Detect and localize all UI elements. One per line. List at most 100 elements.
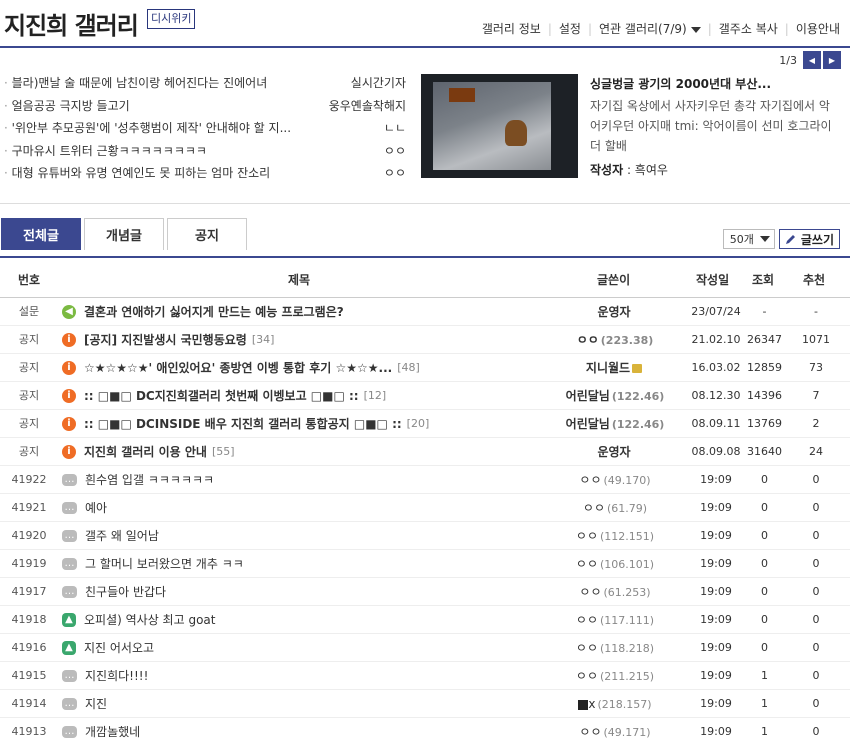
featured-description[interactable]: 자기집 옥상에서 사자키우던 총각 자기집에서 악어키우던 아지매 tmi: 악… [590,96,840,156]
post-title[interactable]: 친구들아 반갑다 [85,578,166,606]
post-title-cell[interactable]: i ☆★☆★☆★' 애인있어요' 종방연 이벵 통합 후기 ☆★☆★... [48] [62,354,562,382]
post-title-cell[interactable]: i:: □■□ DCINSIDE 배우 지진희 갤러리 통합공지 □■□ ::[… [62,410,562,438]
table-row[interactable]: 41918 ▲ 오피셜) 역사상 최고 goat ㅇㅇ (117.111) 19:09 0 0 [0,606,850,634]
post-title[interactable]: 지진 [85,690,107,718]
post-title-cell[interactable]: ▲ 오피셜) 역사상 최고 goat [62,606,562,634]
post-writer[interactable]: ㅇㅇ [576,613,598,627]
hot-post-title[interactable]: '위안부 추모공원'에 '성추행범이 제작' 안내해야 할 지... [4,117,291,140]
post-writer[interactable]: 운영자 [597,305,630,319]
post-writer-cell[interactable]: ㅇㅇ (49.170) [540,466,690,495]
post-title-cell[interactable]: ▲ 지진 어서오고 [62,634,562,662]
comment-count[interactable]: [34] [252,326,275,354]
comment-count[interactable]: [48] [397,354,420,382]
tab-concept-posts[interactable]: 개념글 [84,218,164,250]
hot-post-item[interactable]: 얼음공공 극지방 들고기 웅우옌솔착해지 [4,95,406,118]
post-writer[interactable]: 지니월드 [586,361,630,375]
post-writer[interactable]: ㅇㅇ [579,473,601,487]
post-title-cell[interactable]: … 흰수염 입갤 ㅋㅋㅋㅋㅋㅋ [62,466,562,494]
post-writer[interactable]: x [588,697,595,711]
hot-post-item[interactable]: '위안부 추모공원'에 '성추행범이 제작' 안내해야 할 지... ㄴㄴ [4,117,406,140]
gallery-title[interactable]: 지진희 갤러리 [4,6,139,41]
post-title-cell[interactable]: … 그 할머니 보러왔으면 개추 ㅋㅋ [62,550,562,578]
post-writer[interactable]: ㅇㅇ [576,557,598,571]
post-title[interactable]: :: □■□ DC지진희갤러리 첫번째 이벵보고 □■□ :: [84,382,359,410]
post-writer-cell[interactable]: 운영자 [540,298,690,327]
hot-post-item[interactable]: 구마유시 트위터 근황ㅋㅋㅋㅋㅋㅋㅋㅋ ㅇㅇ [4,140,406,163]
wiki-button[interactable]: 디시위키 [147,9,196,29]
tab-notices[interactable]: 공지 [167,218,247,250]
post-title[interactable]: 흰수염 입갤 ㅋㅋㅋㅋㅋㅋ [85,466,214,494]
post-title-cell[interactable]: i 지진희 갤러리 이용 안내 [55] [62,438,562,466]
hot-post-title[interactable]: 구마유시 트위터 근황ㅋㅋㅋㅋㅋㅋㅋㅋ [4,140,207,163]
comment-count[interactable]: [20] [407,410,430,438]
post-writer-cell[interactable]: ㅇㅇ (211.215) [540,662,690,691]
table-row[interactable]: 41919 … 그 할머니 보러왔으면 개추 ㅋㅋ ㅇㅇ (106.101) 19:09 0… [0,550,850,578]
post-title-cell[interactable]: … 갤주 왜 일어남 [62,522,562,550]
post-writer[interactable]: 어린달님 [566,417,610,431]
table-row[interactable]: 41914 … 지진 x (218.157) 19:09 1 0 [0,690,850,718]
post-title-cell[interactable]: … 지진 [62,690,562,718]
per-page-select[interactable]: 50개 [722,229,775,249]
post-writer-cell[interactable]: ㅇㅇ (106.101) [540,550,690,579]
prev-arrow-icon[interactable]: ◀ [803,51,821,69]
post-writer[interactable]: ㅇㅇ [577,333,599,347]
post-writer[interactable]: ㅇㅇ [576,529,598,543]
post-writer-cell[interactable]: ㅇㅇ (117.111) [540,606,690,635]
post-title[interactable]: 개깜놀했네 [85,718,140,744]
post-writer[interactable]: ㅇㅇ [576,641,598,655]
settings-link[interactable]: 설정 [559,20,581,37]
hot-post-title[interactable]: 블라)맨날 술 때문에 남친이랑 헤어진다는 진에어녀 [4,72,268,95]
post-writer-cell[interactable]: ㅇㅇ (61.79) [540,494,690,523]
table-row[interactable]: 41913 … 개깜놀했네 ㅇㅇ (49.171) 19:09 1 0 [0,718,850,744]
comment-count[interactable]: [12] [364,382,387,410]
post-title[interactable]: 지진 어서오고 [84,634,154,662]
post-title[interactable]: 결혼과 연애하기 싫어지게 만드는 예능 프로그램은? [84,298,344,326]
post-writer[interactable]: ㅇㅇ [583,501,605,515]
table-row[interactable]: 41921 … 예아 ㅇㅇ (61.79) 19:09 0 0 [0,494,850,522]
related-gallery-link[interactable]: 연관 갤러리(7/9) [599,20,701,37]
post-title[interactable]: :: □■□ DCINSIDE 배우 지진희 갤러리 통합공지 □■□ :: [84,410,402,438]
post-title-cell[interactable]: … 지진희다!!!! [62,662,562,690]
post-writer[interactable]: ㅇㅇ [576,669,598,683]
post-title-cell[interactable]: … 친구들아 반갑다 [62,578,562,606]
gallery-info-link[interactable]: 갤러리 정보 [482,20,541,37]
post-title-cell[interactable]: i [공지] 지진발생시 국민행동요령 [34] [62,326,562,354]
post-title-cell[interactable]: … 예아 [62,494,562,522]
table-row[interactable]: 41917 … 친구들아 반갑다 ㅇㅇ (61.253) 19:09 0 0 [0,578,850,606]
featured-thumbnail[interactable] [421,74,578,178]
guide-link[interactable]: 이용안내 [796,20,840,37]
post-title[interactable]: ☆★☆★☆★' 애인있어요' 종방연 이벵 통합 후기 ☆★☆★... [84,354,392,382]
post-writer-cell[interactable]: ㅇㅇ (118.218) [540,634,690,663]
post-writer-cell[interactable]: ㅇㅇ (112.151) [540,522,690,551]
tab-all-posts[interactable]: 전체글 [1,218,81,250]
post-title-cell[interactable]: ◀ 결혼과 연애하기 싫어지게 만드는 예능 프로그램은? [62,298,562,326]
post-title[interactable]: 갤주 왜 일어남 [85,522,159,550]
table-row[interactable]: 공지 i:: □■□ DC지진희갤러리 첫번째 이벵보고 □■□ :: [12] 어린… [0,382,850,410]
post-writer-cell[interactable]: 어린달님 (122.46) [540,382,690,411]
post-writer[interactable]: ㅇㅇ [579,725,601,739]
post-title[interactable]: 지진희다!!!! [85,662,148,690]
table-row[interactable]: 공지 i:: □■□ DCINSIDE 배우 지진희 갤러리 통합공지 □■□ :… [0,410,850,438]
hot-post-item[interactable]: 대형 유튜버와 유명 연예인도 못 피하는 엄마 잔소리 ㅇㅇ [4,162,406,185]
post-title[interactable]: [공지] 지진발생시 국민행동요령 [84,326,247,354]
post-writer-cell[interactable]: 어린달님 (122.46) [540,410,690,439]
post-title-cell[interactable]: i:: □■□ DC지진희갤러리 첫번째 이벵보고 □■□ :: [12] [62,382,562,410]
post-title[interactable]: 예아 [85,494,107,522]
hot-post-item[interactable]: 블라)맨날 술 때문에 남친이랑 헤어진다는 진에어녀 실시간기자 [4,72,406,95]
post-writer[interactable]: ㅇㅇ [579,585,601,599]
post-title[interactable]: 그 할머니 보러왔으면 개추 ㅋㅋ [85,550,244,578]
copy-address-link[interactable]: 갤주소 복사 [719,20,778,37]
post-writer[interactable]: 운영자 [597,445,630,459]
post-title[interactable]: 오피셜) 역사상 최고 goat [84,606,215,634]
hot-post-title[interactable]: 얼음공공 극지방 들고기 [4,95,130,118]
next-arrow-icon[interactable]: ▶ [823,51,841,69]
post-writer-cell[interactable]: ㅇㅇ (49.171) [540,718,690,744]
post-title[interactable]: 지진희 갤러리 이용 안내 [84,438,207,466]
table-row[interactable]: 41916 ▲ 지진 어서오고 ㅇㅇ (118.218) 19:09 0 0 [0,634,850,662]
post-title-cell[interactable]: … 개깜놀했네 [62,718,562,744]
table-row[interactable]: 41920 … 갤주 왜 일어남 ㅇㅇ (112.151) 19:09 0 0 [0,522,850,550]
post-writer-cell[interactable]: 운영자 [540,438,690,467]
table-row[interactable]: 41922 … 흰수염 입갤 ㅋㅋㅋㅋㅋㅋ ㅇㅇ (49.170) 19:09 0 0 [0,466,850,494]
write-button[interactable]: 글쓰기 [778,229,840,249]
table-row[interactable]: 41915 … 지진희다!!!! ㅇㅇ (211.215) 19:09 1 0 [0,662,850,690]
